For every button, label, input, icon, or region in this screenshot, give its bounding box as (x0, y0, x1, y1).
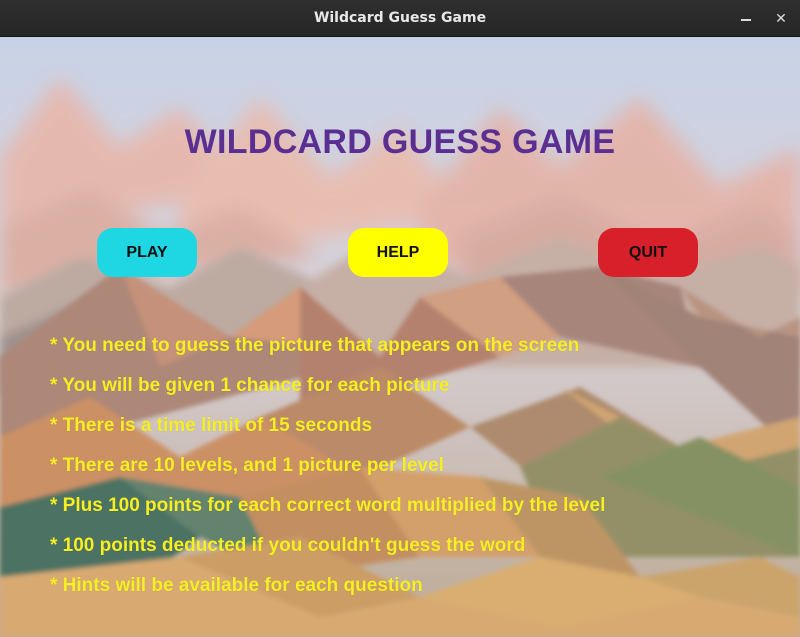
rules-list: * You need to guess the picture that app… (50, 333, 605, 613)
title-bar[interactable]: Wildcard Guess Game ✕ (0, 0, 800, 37)
minimize-button[interactable] (736, 9, 756, 29)
game-title-heading: WILDCARD GUESS GAME (184, 123, 616, 161)
close-button[interactable]: ✕ (771, 9, 791, 29)
rule-item: * You will be given 1 chance for each pi… (50, 375, 450, 396)
close-icon: ✕ (775, 11, 787, 27)
minimize-icon (741, 19, 751, 21)
rule-item: * Plus 100 points for each correct word … (50, 495, 606, 516)
rule-item: * There are 10 levels, and 1 picture per… (50, 455, 444, 476)
quit-button[interactable]: QUIT (598, 228, 698, 277)
rule-item: * You need to guess the picture that app… (50, 335, 580, 356)
rule-item: * There is a time limit of 15 seconds (50, 415, 373, 436)
app-window: Wildcard Guess Game ✕ WILDCARD GUESS GAM… (0, 0, 800, 637)
game-screen: WILDCARD GUESS GAME PLAY HELP QUIT * You… (0, 37, 800, 637)
rule-item: * 100 points deducted if you couldn't gu… (50, 535, 526, 556)
play-button[interactable]: PLAY (97, 228, 197, 277)
help-button[interactable]: HELP (348, 228, 448, 277)
window-title: Wildcard Guess Game (313, 10, 487, 26)
rule-item: * Hints will be available for each quest… (50, 575, 423, 596)
